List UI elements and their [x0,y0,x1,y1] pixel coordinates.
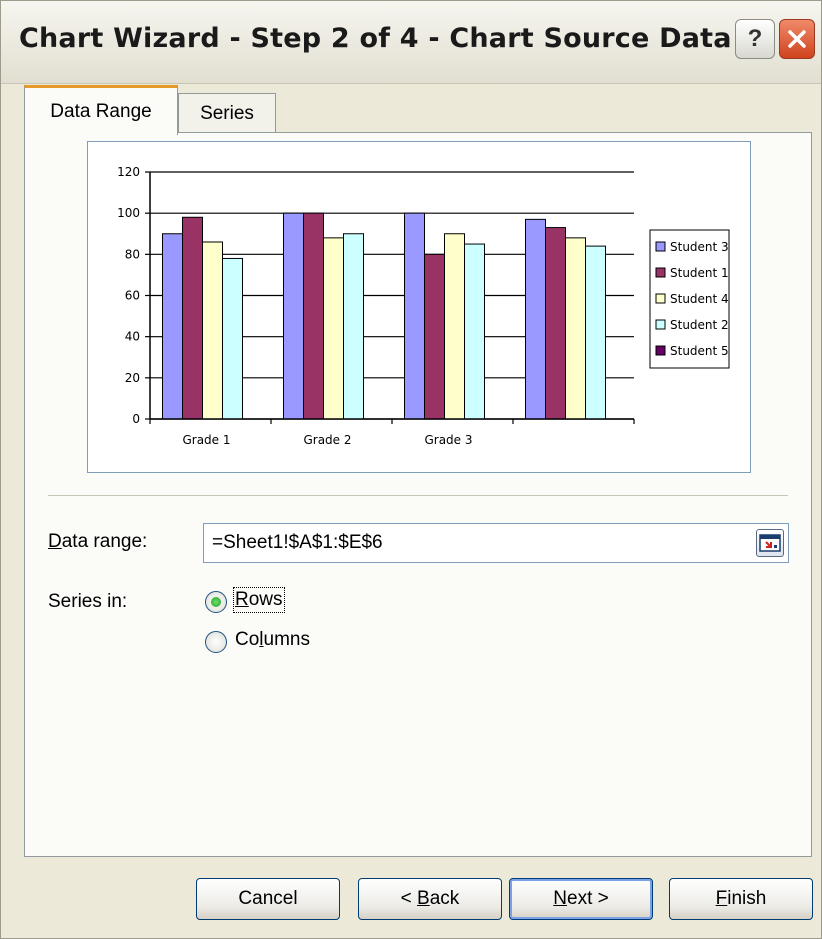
legend-label: Student 5 [670,344,729,358]
help-icon: ? [747,25,763,52]
x-tick-label: Grade 1 [182,433,230,447]
tab-series-label: Series [200,102,254,124]
chart-wizard-dialog: Chart Wizard - Step 2 of 4 - Chart Sourc… [0,0,822,939]
finish-button-label: Finish [715,888,767,909]
dialog-title: Chart Wizard - Step 2 of 4 - Chart Sourc… [19,23,732,54]
bar [182,216,203,420]
bar [585,245,606,420]
y-tick-label: 100 [117,206,140,220]
rows-radio[interactable] [205,591,227,613]
back-button[interactable]: < Back [358,878,502,920]
chart-preview: 0 20 40 60 80 100 120 Grade 1 Grade 2 Grade 3 Stud… [87,141,751,473]
chart-preview-svg: 0 20 40 60 80 100 120 Grade 1 Grade 2 Grade 3 Stud… [117,165,730,447]
cancel-button-label: Cancel [238,888,298,909]
legend-label: Student 1 [670,266,729,280]
bar [525,218,546,420]
legend-label: Student 3 [670,240,729,254]
rows-radio-selected-dot [211,597,221,607]
help-button[interactable]: ? [735,19,775,59]
legend-swatch [655,293,666,304]
bar [222,257,243,420]
next-button[interactable]: Next > [509,878,653,920]
collapse-dialog-icon [759,534,781,552]
data-range-input[interactable]: =Sheet1!$A$1:$E$6 [203,523,789,563]
tab-series[interactable]: Series [178,93,276,133]
columns-radio[interactable] [205,631,227,653]
bar [464,243,485,420]
close-icon [788,30,806,48]
finish-button[interactable]: Finish [669,878,813,920]
legend-swatch [655,241,666,252]
data-range-panel: 0 20 40 60 80 100 120 Grade 1 Grade 2 Grade 3 Stud… [24,132,812,857]
y-tick-label: 120 [117,165,140,179]
x-tick-label: Grade 3 [424,433,472,447]
y-tick-label: 0 [132,412,140,426]
collapse-dialog-button[interactable] [756,529,784,557]
tab-data-range-label: Data Range [50,100,152,122]
bar [202,241,223,420]
legend-label: Student 2 [670,318,729,332]
x-tick-label: Grade 2 [303,433,351,447]
bar [343,233,364,420]
bar [565,237,586,420]
bar [303,212,324,420]
bar [162,233,183,420]
bar [545,227,566,420]
data-range-value: =Sheet1!$A$1:$E$6 [212,532,383,553]
bar [283,212,304,420]
y-tick-label: 60 [125,289,140,303]
tab-data-range[interactable]: Data Range [24,85,178,135]
legend-swatch [655,345,666,356]
back-button-label: < Back [400,888,460,909]
bar [323,237,344,420]
legend-swatch [655,267,666,278]
legend-swatch [655,319,666,330]
bar [444,233,465,420]
rows-radio-label[interactable]: Rows [233,587,285,613]
bar [404,212,425,420]
close-button[interactable] [779,19,815,59]
cancel-button[interactable]: Cancel [196,878,340,920]
next-button-label: Next > [553,888,609,909]
data-range-label: Data range: [48,531,148,552]
legend-label: Student 4 [670,292,729,306]
y-tick-label: 80 [125,247,140,261]
bar [424,253,445,420]
y-tick-label: 20 [125,371,140,385]
y-tick-label: 40 [125,330,140,344]
series-in-label: Series in: [48,591,128,612]
separator [48,495,788,496]
columns-radio-label[interactable]: Columns [235,629,310,651]
title-bar[interactable]: Chart Wizard - Step 2 of 4 - Chart Sourc… [1,1,821,84]
